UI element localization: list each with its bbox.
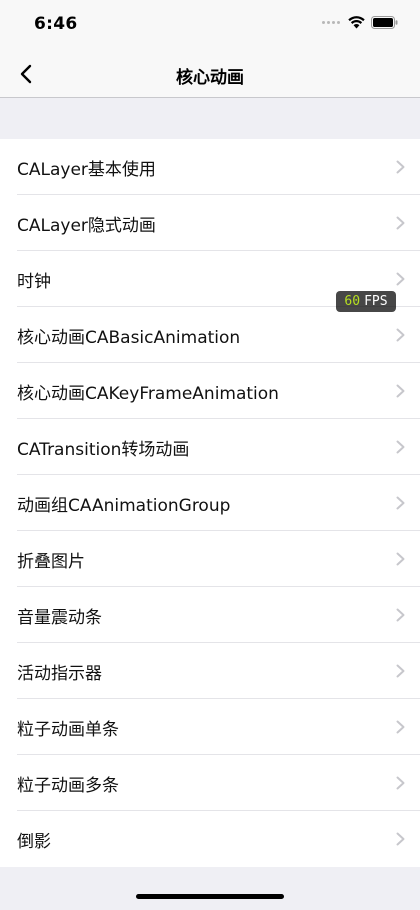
list-item-label: 音量震动条 bbox=[17, 607, 102, 628]
chevron-right-icon bbox=[396, 384, 405, 398]
list-item-label: 时钟 bbox=[17, 271, 51, 292]
list-item[interactable]: 动画组CAAnimationGroup bbox=[0, 475, 420, 531]
home-indicator[interactable] bbox=[136, 894, 284, 899]
list-item-label: 粒子动画多条 bbox=[17, 775, 119, 796]
list-item-label: 动画组CAAnimationGroup bbox=[17, 495, 231, 516]
list-item-label: 核心动画CABasicAnimation bbox=[17, 327, 241, 348]
list-item[interactable]: CALayer隐式动画 bbox=[0, 195, 420, 251]
fps-value: 60 bbox=[344, 294, 361, 309]
chevron-right-icon bbox=[396, 832, 405, 846]
list-item[interactable]: 活动指示器 bbox=[0, 643, 420, 699]
list-item-label: 倒影 bbox=[17, 831, 51, 852]
list-item[interactable]: 核心动画CAKeyFrameAnimation bbox=[0, 363, 420, 419]
chevron-right-icon bbox=[396, 216, 405, 230]
list-item[interactable]: 音量震动条 bbox=[0, 587, 420, 643]
chevron-right-icon bbox=[396, 664, 405, 678]
list-item-label: 核心动画CAKeyFrameAnimation bbox=[17, 383, 279, 404]
chevron-right-icon bbox=[396, 552, 405, 566]
status-time: 6:46 bbox=[34, 14, 78, 34]
list-item-label: CALayer基本使用 bbox=[17, 159, 156, 180]
signal-dots-icon bbox=[322, 21, 340, 24]
list-item[interactable]: CALayer基本使用 bbox=[0, 139, 420, 195]
list-item-label: 粒子动画单条 bbox=[17, 719, 119, 740]
list-item[interactable]: 粒子动画多条 bbox=[0, 755, 420, 811]
chevron-right-icon bbox=[396, 328, 405, 342]
chevron-right-icon bbox=[396, 272, 405, 286]
list-item[interactable]: 倒影 bbox=[0, 811, 420, 867]
list-item-label: 活动指示器 bbox=[17, 663, 102, 684]
navigation-bar: 核心动画 bbox=[0, 50, 420, 98]
list-item[interactable]: 核心动画CABasicAnimation bbox=[0, 307, 420, 363]
list-item-label: CALayer隐式动画 bbox=[17, 215, 156, 236]
wifi-icon bbox=[348, 16, 365, 29]
chevron-right-icon bbox=[396, 160, 405, 174]
status-icons bbox=[322, 16, 398, 29]
chevron-right-icon bbox=[396, 608, 405, 622]
chevron-right-icon bbox=[396, 776, 405, 790]
battery-icon bbox=[371, 16, 398, 29]
chevron-right-icon bbox=[396, 720, 405, 734]
list-item[interactable]: 折叠图片 bbox=[0, 531, 420, 587]
animation-menu-list: CALayer基本使用 CALayer隐式动画 时钟核心动画CABasicAnima… bbox=[0, 139, 420, 867]
fps-unit: FPS bbox=[364, 294, 388, 309]
list-item[interactable]: 粒子动画单条 bbox=[0, 699, 420, 755]
page-title: 核心动画 bbox=[176, 68, 244, 88]
chevron-right-icon bbox=[396, 496, 405, 510]
status-bar: 6:46 bbox=[0, 0, 420, 50]
list-item[interactable]: CATransition转场动画 bbox=[0, 419, 420, 475]
chevron-right-icon bbox=[396, 440, 405, 454]
fps-monitor-badge: 60 FPS bbox=[336, 291, 396, 312]
list-item-label: CATransition转场动画 bbox=[17, 439, 190, 460]
list-item-label: 折叠图片 bbox=[17, 551, 85, 572]
